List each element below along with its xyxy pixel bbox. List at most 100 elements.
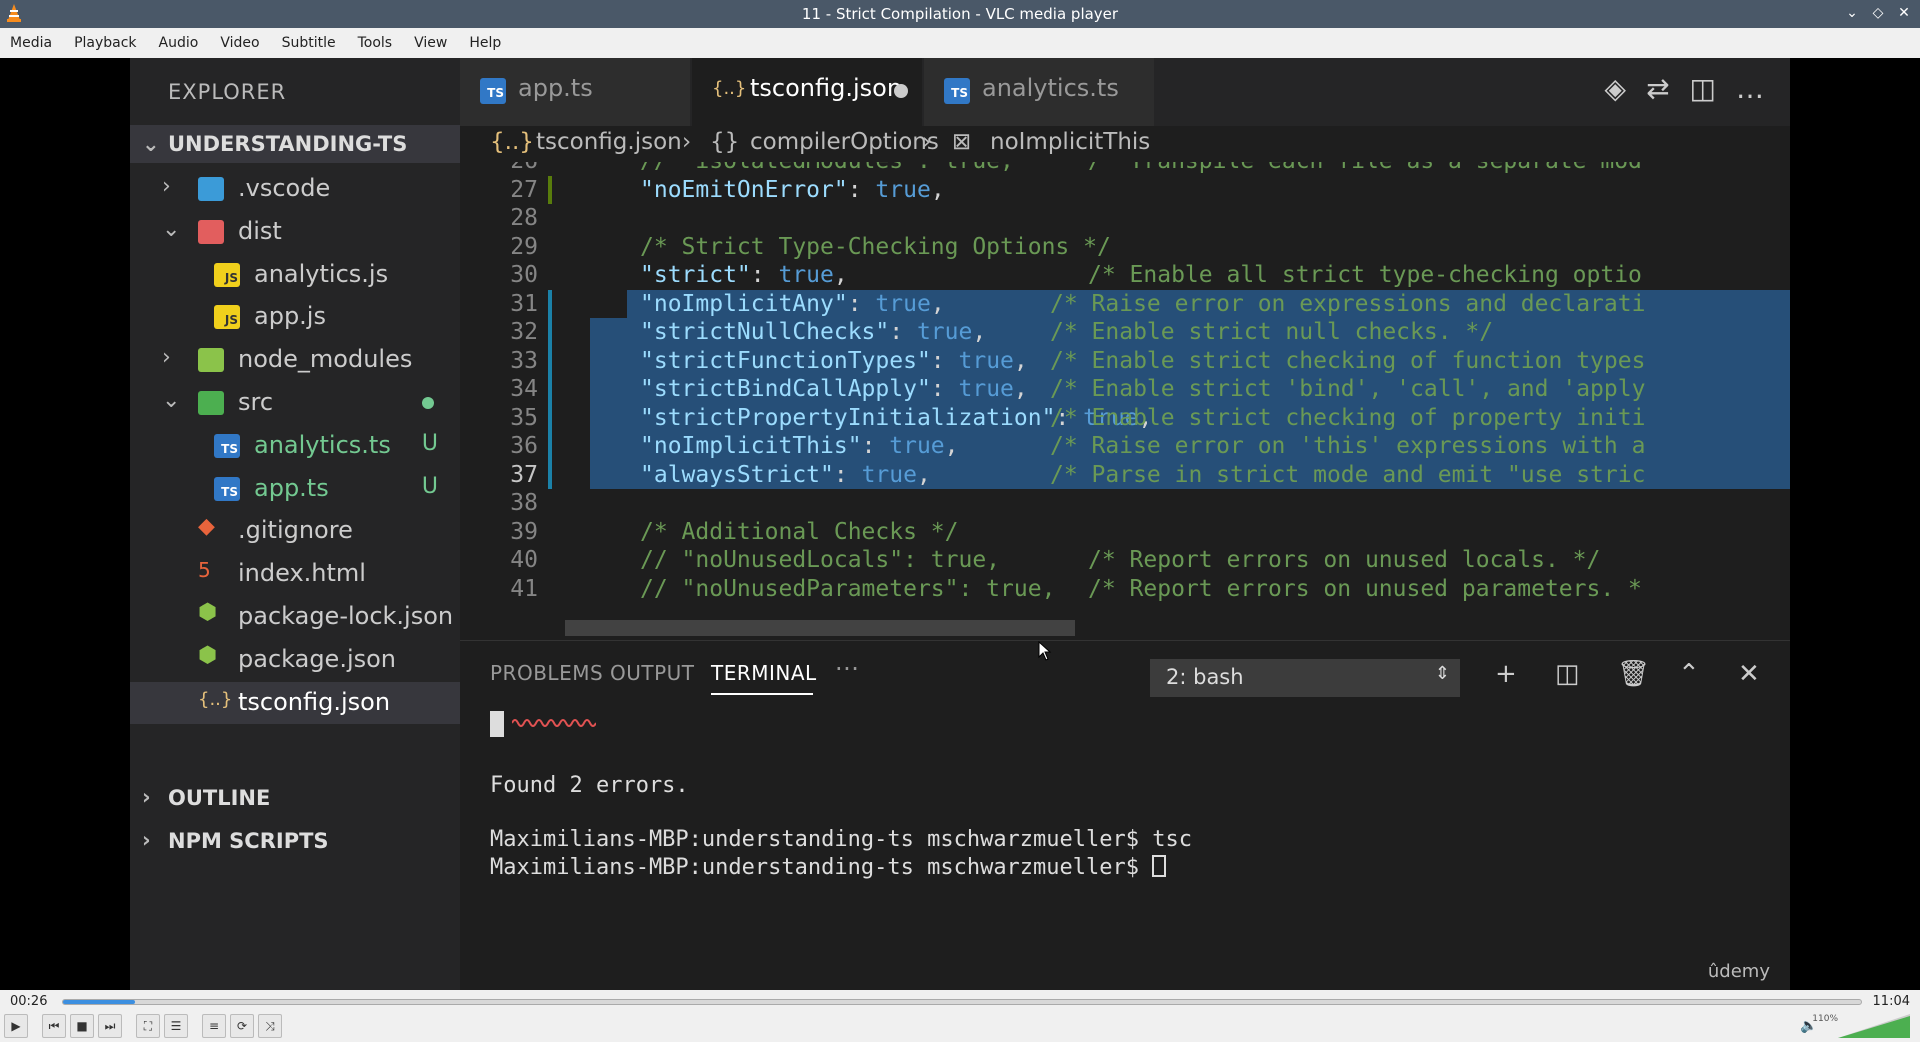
- comma: ,: [833, 262, 848, 288]
- npm-icon: ⬢: [198, 642, 218, 668]
- video-area[interactable]: EXPLORER ⌄ UNDERSTANDING-TS › .vscode ⌄ dis…: [0, 58, 1920, 990]
- comma: ,: [944, 433, 959, 459]
- extended-settings-button[interactable]: ☰: [164, 1014, 188, 1038]
- ts-file-icon: TS: [214, 476, 240, 501]
- chevron-right-icon: ›: [142, 785, 151, 809]
- next-button[interactable]: ⏭: [98, 1014, 122, 1038]
- tree-item-tsconfig: {..} tsconfig.json: [130, 681, 460, 725]
- colon: :: [847, 176, 876, 203]
- line-number: 38: [510, 490, 538, 516]
- vlc-window: 11 - Strict Compilation - VLC media play…: [0, 0, 1920, 1042]
- menu-view[interactable]: View: [404, 35, 459, 51]
- json-key: "strictNullChecks": [640, 319, 890, 345]
- folder-icon: [198, 219, 224, 244]
- menu-media[interactable]: Media: [0, 35, 64, 51]
- git-gutter-modified: [548, 290, 552, 489]
- code-comment: // "isolatedModules": true,: [640, 162, 1014, 174]
- split-terminal-icon: ◫: [1555, 659, 1580, 689]
- colon: :: [930, 347, 959, 374]
- open-changes-icon: ⇄: [1646, 72, 1670, 105]
- menu-audio[interactable]: Audio: [149, 35, 211, 51]
- trash-icon: 🗑: [1617, 659, 1651, 689]
- mouse-pointer-icon: [1038, 641, 1052, 661]
- tab-tsconfig-json: {..} tsconfig.json: [692, 58, 922, 126]
- json-value: true: [958, 376, 1014, 402]
- restore-icon[interactable]: ◇: [1868, 3, 1888, 23]
- seek-progress: [63, 1000, 135, 1004]
- tab-output: OUTPUT: [610, 661, 695, 685]
- json-icon: {..}: [490, 129, 534, 155]
- code-line: /* Strict Type-Checking Options */: [640, 234, 1111, 263]
- js-file-icon: JS: [214, 262, 240, 287]
- comma: ,: [930, 290, 945, 317]
- line-number: 41: [510, 575, 538, 602]
- chevron-up-icon: ⌃: [1678, 659, 1700, 689]
- colon: :: [750, 262, 779, 288]
- line-number: 27: [510, 176, 538, 203]
- minimize-icon[interactable]: ⌄: [1842, 3, 1862, 23]
- breadcrumb-compiler-options: compilerOptions: [750, 129, 939, 155]
- line-number: 28: [510, 205, 538, 231]
- previous-button[interactable]: ⏮: [42, 1014, 66, 1038]
- code-line: /* Additional Checks */: [640, 519, 959, 548]
- tree-item-dist: ⌄ dist: [162, 216, 282, 245]
- breadcrumb-file: tsconfig.json: [536, 129, 682, 155]
- loop-button[interactable]: ⟳: [230, 1014, 254, 1038]
- breadcrumb-no-implicit-this: noImplicitThis: [990, 129, 1151, 155]
- modified-dot-icon: [422, 396, 434, 409]
- code-line: "noImplicitThis": true,: [640, 433, 959, 462]
- code-comment: /* Report errors on unused parameters. *: [1088, 575, 1642, 602]
- seek-bar[interactable]: [62, 999, 1862, 1005]
- ts-file-icon: TS: [944, 78, 970, 104]
- menu-playback[interactable]: Playback: [64, 35, 148, 51]
- playlist-button[interactable]: ≡: [202, 1014, 226, 1038]
- chevron-down-icon: ⌄: [162, 216, 181, 242]
- menu-help[interactable]: Help: [459, 35, 513, 51]
- braces-icon: {}: [710, 129, 740, 155]
- json-value: true: [916, 319, 973, 345]
- line-number: 29: [510, 233, 538, 260]
- volume-slider[interactable]: [1838, 1014, 1910, 1038]
- explorer-sidebar: EXPLORER ⌄ UNDERSTANDING-TS › .vscode ⌄ dis…: [130, 58, 460, 990]
- colon: :: [833, 461, 862, 488]
- js-file-icon: JS: [214, 305, 240, 330]
- menu-tools[interactable]: Tools: [348, 35, 405, 51]
- volume-control[interactable]: 🔈 110%: [1800, 1014, 1910, 1038]
- fullscreen-button[interactable]: ⛶: [136, 1014, 160, 1038]
- tree-item-app-ts: TS app.ts U: [130, 468, 460, 511]
- untracked-badge: U: [421, 430, 438, 456]
- play-button[interactable]: ▶: [4, 1014, 28, 1038]
- window-title: 11 - Strict Compilation - VLC media play…: [801, 5, 1119, 23]
- json-value: true: [875, 290, 931, 317]
- menu-video[interactable]: Video: [210, 35, 271, 51]
- code-comment: /* Raise error on expressions and declar…: [1050, 290, 1646, 317]
- git-gutter-added: [548, 176, 552, 204]
- json-icon: {..}: [712, 78, 747, 99]
- npm-scripts-section: › NPM SCRIPTS: [142, 828, 329, 853]
- comma: ,: [1013, 376, 1028, 402]
- json-value: true: [875, 176, 931, 203]
- terminal-cursor: [1152, 855, 1167, 877]
- close-icon[interactable]: ✕: [1894, 3, 1914, 23]
- code-line: "noEmitOnError": true,: [640, 177, 945, 206]
- split-editor-icon: ◫: [1689, 72, 1716, 105]
- tab-terminal: TERMINAL: [711, 661, 817, 685]
- shuffle-button[interactable]: ⤨: [258, 1014, 282, 1038]
- line-number: 31: [510, 290, 538, 317]
- menu-bar: Media Playback Audio Video Subtitle Tool…: [0, 28, 1920, 58]
- outline-section: › OUTLINE: [142, 785, 271, 810]
- code-line: "strict": true,: [640, 262, 848, 291]
- stop-button[interactable]: ■: [70, 1014, 94, 1038]
- title-bar: 11 - Strict Compilation - VLC media play…: [0, 0, 1920, 28]
- json-key: "noImplicitThis": [640, 433, 862, 459]
- code-line: "strictNullChecks": true,: [640, 319, 986, 348]
- code-comment: /* Enable all strict type-checking optio: [1088, 262, 1642, 288]
- json-key: "strictPropertyInitialization": [640, 404, 1056, 431]
- tree-item-vscode: › .vscode: [162, 174, 331, 202]
- player-controls: 00:26 11:04 ▶ ⏮ ■ ⏭ ⛶ ☰ ≡ ⟳ ⤨ 🔈 110%: [0, 990, 1920, 1042]
- menu-subtitle[interactable]: Subtitle: [272, 35, 348, 51]
- volume-level: 110%: [1812, 1014, 1838, 1024]
- comma: ,: [930, 176, 945, 203]
- total-time: 11:04: [1872, 994, 1910, 1009]
- code-line: // "noUnusedParameters": true,: [640, 576, 1055, 605]
